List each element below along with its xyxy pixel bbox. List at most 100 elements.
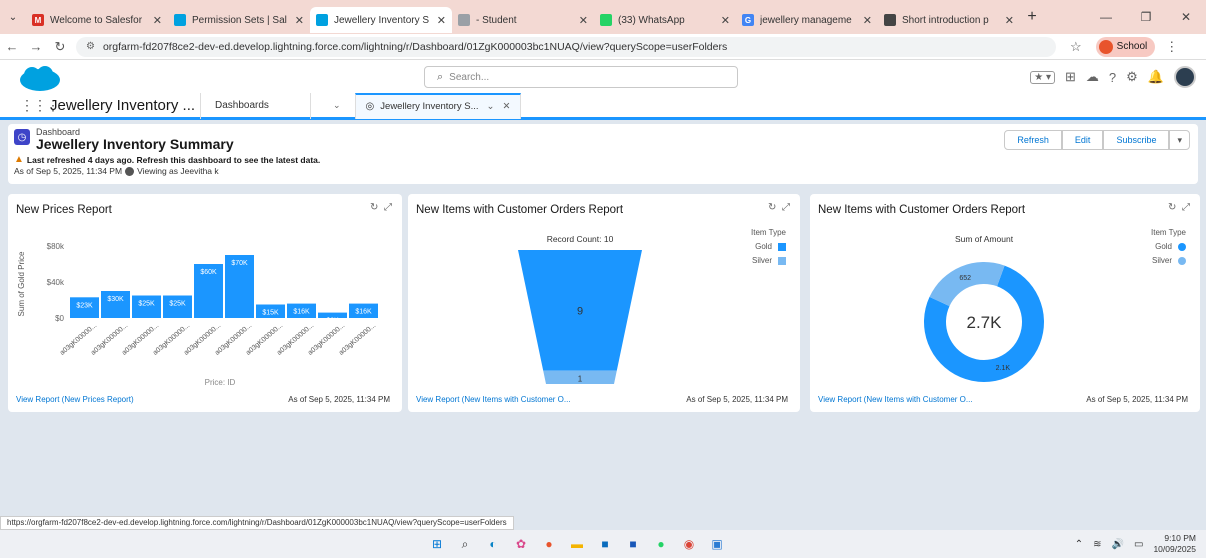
tab-close-icon[interactable]: ✕ xyxy=(153,14,162,27)
battery-icon[interactable]: ▭ xyxy=(1134,539,1143,550)
bar-data-label: $30K xyxy=(107,296,124,303)
bar-chart: $0$40k$80kSum of Gold Price $23Ka03gK0000… xyxy=(17,242,378,387)
y-tick-label: $40k xyxy=(47,278,65,287)
help-icon[interactable]: ? xyxy=(1109,70,1116,85)
browser-tab[interactable]: Jewellery Inventory S ✕ xyxy=(310,7,452,33)
tab-search-icon[interactable]: ⌄ xyxy=(0,12,26,23)
store-icon[interactable]: ■ xyxy=(594,534,616,554)
warning-icon: ▲ xyxy=(14,154,24,165)
global-create-icon[interactable]: ⊞ xyxy=(1065,69,1076,85)
view-report-link[interactable]: View Report (New Items with Customer O..… xyxy=(416,395,571,404)
app-icon[interactable]: ✿ xyxy=(510,534,532,554)
header-utility-icons: ★ ▾ ⊞ ☁ ? ⚙ 🔔 xyxy=(1020,66,1196,88)
tab-favicon-icon xyxy=(884,14,896,26)
donut-chart: Sum of Amount 2.1K 652 2.7K xyxy=(924,234,1044,382)
salesforce-logo[interactable] xyxy=(18,65,62,93)
volume-icon[interactable]: 🔊 xyxy=(1112,539,1124,550)
window-controls: — ❐ ✕ xyxy=(1086,0,1206,34)
status-url-bar: https://orgfarm-fd207f8ce2-dev-ed.develo… xyxy=(0,516,514,530)
search-icon[interactable]: ⌕ xyxy=(454,534,476,554)
bar-data-label: $70K xyxy=(231,260,248,267)
restore-icon[interactable]: ❐ xyxy=(1126,10,1166,24)
browser-tab[interactable]: M Welcome to Salesfor ✕ xyxy=(26,7,168,33)
browser-tab[interactable]: Permission Sets | Sal ✕ xyxy=(168,7,310,33)
url-input[interactable]: ⚙ orgfarm-fd207f8ce2-dev-ed.develop.ligh… xyxy=(76,36,1056,57)
bar-data-label: $16K xyxy=(355,309,372,316)
site-info-icon[interactable]: ⚙ xyxy=(86,41,95,52)
bookmark-star-icon[interactable]: ☆ xyxy=(1070,39,1082,55)
setup-gear-icon[interactable]: ⚙ xyxy=(1126,69,1138,85)
app-name: Jewellery Inventory ... xyxy=(50,97,196,114)
clock[interactable]: 9:10 PM 10/09/2025 xyxy=(1153,533,1196,555)
notifications-bell-icon[interactable]: 🔔 xyxy=(1148,69,1164,85)
tab-close-icon[interactable]: ✕ xyxy=(295,14,304,27)
trailhead-icon[interactable]: ☁ xyxy=(1086,69,1099,85)
wifi-icon[interactable]: ≋ xyxy=(1093,539,1101,550)
mail-icon[interactable]: ■ xyxy=(622,534,644,554)
close-window-icon[interactable]: ✕ xyxy=(1166,10,1206,24)
funnel-chart: Record Count: 10 9 1 xyxy=(518,234,642,384)
chrome-icon[interactable]: ◉ xyxy=(678,534,700,554)
browser-tab[interactable]: Gjewellery manageme ✕ xyxy=(736,7,878,33)
tab-close-icon[interactable]: ✕ xyxy=(863,14,872,27)
info-icon[interactable] xyxy=(125,166,135,176)
clock-time: 9:10 PM xyxy=(1164,533,1196,543)
global-search-input[interactable]: ⌕ Search... xyxy=(424,66,738,88)
subscribe-button[interactable]: Subscribe xyxy=(1103,130,1170,150)
view-report-link[interactable]: View Report (New Prices Report) xyxy=(16,395,134,404)
dashboard-as-of: As of Sep 5, 2025, 11:34 PM Viewing as J… xyxy=(14,166,219,176)
donut-data-label: 2.1K xyxy=(996,365,1011,372)
more-actions-button[interactable]: ▾ xyxy=(1169,130,1190,150)
nav-dashboards-dropdown[interactable]: ⌄ xyxy=(310,92,355,119)
tab-chevron-down-icon[interactable]: ⌄ xyxy=(487,101,495,112)
favorites-icon[interactable]: ★ ▾ xyxy=(1030,70,1056,84)
card-new-prices-report: New Prices Report ↻ ⤢ $0 $40k $80k Sum of G… xyxy=(8,194,402,412)
bar-data-label: $15K xyxy=(262,310,279,317)
back-icon[interactable]: ← xyxy=(0,39,24,54)
minimize-icon[interactable]: — xyxy=(1086,10,1126,24)
nav-tab-label: Jewellery Inventory S... xyxy=(380,101,479,112)
dashboard-header: ◷ Dashboard Jewellery Inventory Summary … xyxy=(8,124,1198,184)
chart-subtitle: Record Count: 10 xyxy=(547,234,614,244)
nav-tab-jewellery-dashboard[interactable]: ◎ Jewellery Inventory S... ⌄ ✕ xyxy=(354,92,522,119)
system-tray: ⌃ ≋ 🔊 ▭ 9:10 PM 10/09/2025 xyxy=(1075,533,1196,555)
card-as-of: As of Sep 5, 2025, 11:34 PM xyxy=(1086,395,1188,404)
nav-item-dashboards[interactable]: Dashboards xyxy=(200,92,310,119)
tab-close-icon[interactable]: ✕ xyxy=(579,14,588,27)
profile-button[interactable]: School xyxy=(1095,36,1156,57)
user-avatar[interactable] xyxy=(1174,66,1196,88)
browser-menu-icon[interactable]: ⋮ xyxy=(1165,39,1178,55)
tab-close-icon[interactable]: ✕ xyxy=(437,14,446,27)
browser-tab[interactable]: (33) WhatsApp ✕ xyxy=(594,7,736,33)
file-explorer-icon[interactable]: ▬ xyxy=(566,534,588,554)
profile-label: School xyxy=(1116,41,1148,52)
windows-start-icon[interactable]: ⊞ xyxy=(426,534,448,554)
view-report-link[interactable]: View Report (New Items with Customer O..… xyxy=(818,395,973,404)
tab-close-icon[interactable]: ✕ xyxy=(1005,14,1014,27)
tab-favicon-icon xyxy=(458,14,470,26)
new-tab-button[interactable]: + xyxy=(1020,8,1044,26)
browser-tab-title: Short introduction p xyxy=(902,14,989,26)
chevron-up-icon[interactable]: ⌃ xyxy=(1075,539,1083,550)
tab-close-icon[interactable]: ✕ xyxy=(502,101,510,112)
bar-data-label: $23K xyxy=(76,302,93,309)
reload-icon[interactable]: ↻ xyxy=(48,39,72,55)
app-icon[interactable]: ▣ xyxy=(706,534,728,554)
dashboard-actions: Refresh Edit Subscribe ▾ xyxy=(1004,130,1190,150)
app-icon[interactable]: ● xyxy=(538,534,560,554)
whatsapp-icon[interactable]: ● xyxy=(650,534,672,554)
browser-tab[interactable]: - Student ✕ xyxy=(452,7,594,33)
tab-close-icon[interactable]: ✕ xyxy=(721,14,730,27)
copilot-icon[interactable]: ◐ xyxy=(482,534,504,554)
taskbar: ⊞ ⌕ ◐ ✿ ● ▬ ■ ■ ● ◉ ▣ ⌃ ≋ 🔊 ▭ 9:10 PM 10… xyxy=(0,530,1206,558)
app-navigation: ⋮⋮⋮ Jewellery Inventory ... Dashboards ⌄… xyxy=(0,92,1206,120)
salesforce-header: ⌕ Search... ★ ▾ ⊞ ☁ ? ⚙ 🔔 xyxy=(0,60,1206,94)
as-of-text: As of Sep 5, 2025, 11:34 PM xyxy=(14,166,123,176)
refresh-button[interactable]: Refresh xyxy=(1004,130,1062,150)
profile-avatar xyxy=(1098,39,1113,54)
forward-icon[interactable]: → xyxy=(24,39,48,54)
viewing-as-text: Viewing as Jeevitha k xyxy=(137,166,219,176)
browser-tab[interactable]: Short introduction p ✕ xyxy=(878,7,1020,33)
edit-button[interactable]: Edit xyxy=(1061,130,1104,150)
app-launcher-icon[interactable]: ⋮⋮⋮ xyxy=(20,97,60,114)
